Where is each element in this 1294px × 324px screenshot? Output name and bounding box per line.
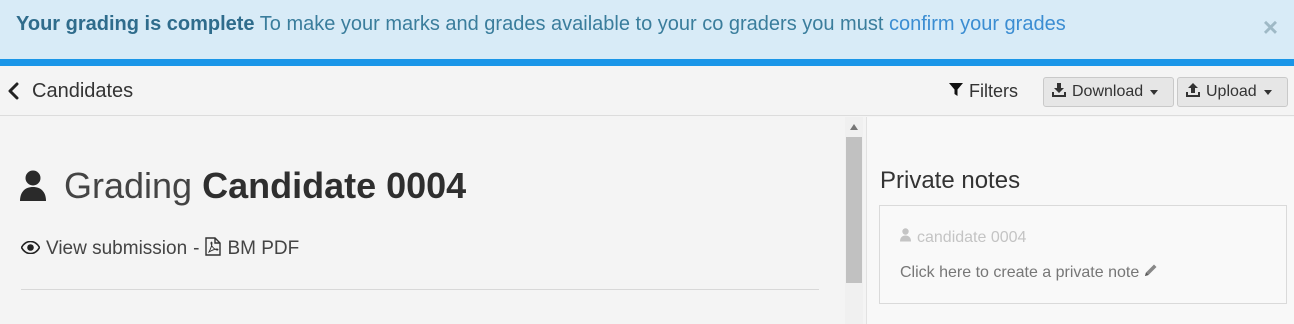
chevron-down-icon bbox=[1263, 89, 1272, 95]
pencil-icon bbox=[1139, 263, 1158, 282]
user-icon bbox=[900, 228, 917, 247]
eye-icon bbox=[20, 238, 46, 260]
alert-title: Your grading is complete bbox=[16, 13, 255, 35]
alert-message: To make your marks and grades available … bbox=[259, 13, 884, 35]
grading-panel: Grading Candidate 0004 View submission -… bbox=[0, 117, 866, 324]
create-note-label: Click here to create a private note bbox=[900, 263, 1140, 281]
pdf-link[interactable]: BM PDF bbox=[205, 236, 300, 262]
close-icon[interactable]: × bbox=[1263, 14, 1278, 40]
alert-text: Your grading is complete To make your ma… bbox=[16, 13, 1066, 36]
grading-label: Grading bbox=[64, 165, 193, 206]
alert-accent-bar bbox=[0, 59, 1294, 66]
user-icon bbox=[20, 170, 46, 202]
upload-label: Upload bbox=[1206, 83, 1257, 100]
download-icon bbox=[1052, 82, 1072, 102]
chevron-down-icon bbox=[1150, 89, 1159, 95]
divider bbox=[21, 289, 819, 290]
link-separator: - bbox=[193, 238, 200, 259]
back-to-candidates-link[interactable]: Candidates bbox=[6, 78, 133, 104]
private-notes-panel: Private notes candidate 0004 Click here … bbox=[866, 117, 1294, 324]
download-label: Download bbox=[1072, 83, 1144, 100]
scroll-up-arrow-icon[interactable] bbox=[850, 124, 858, 130]
filters-label: Filters bbox=[969, 80, 1018, 101]
pdf-label: BM PDF bbox=[227, 238, 300, 259]
submission-links: View submission - BM PDF bbox=[20, 236, 300, 262]
upload-icon bbox=[1186, 82, 1206, 102]
confirm-grades-link[interactable]: confirm your grades bbox=[889, 13, 1066, 35]
filters-button[interactable]: Filters bbox=[949, 79, 1018, 103]
alert-banner: Your grading is complete To make your ma… bbox=[0, 0, 1294, 59]
toolbar: Candidates Filters Download Upload bbox=[0, 66, 1294, 116]
candidate-name: Candidate 0004 bbox=[202, 165, 467, 206]
private-notes-box: candidate 0004 Click here to create a pr… bbox=[879, 205, 1287, 304]
create-private-note-link[interactable]: Click here to create a private note bbox=[900, 263, 1158, 282]
chevron-left-icon bbox=[6, 82, 22, 100]
page-title: Grading Candidate 0004 bbox=[20, 165, 466, 207]
scrollbar[interactable] bbox=[845, 117, 863, 324]
notes-candidate: candidate 0004 bbox=[900, 228, 1026, 247]
pdf-file-icon bbox=[205, 236, 227, 262]
view-submission-label: View submission bbox=[46, 238, 188, 259]
back-label: Candidates bbox=[32, 79, 134, 102]
notes-candidate-label: candidate 0004 bbox=[917, 228, 1027, 246]
upload-button[interactable]: Upload bbox=[1177, 77, 1288, 107]
filter-icon bbox=[949, 81, 969, 102]
scrollbar-thumb[interactable] bbox=[846, 137, 862, 283]
view-submission-link[interactable]: View submission bbox=[20, 238, 188, 260]
private-notes-title: Private notes bbox=[880, 167, 1021, 194]
download-button[interactable]: Download bbox=[1043, 77, 1174, 107]
